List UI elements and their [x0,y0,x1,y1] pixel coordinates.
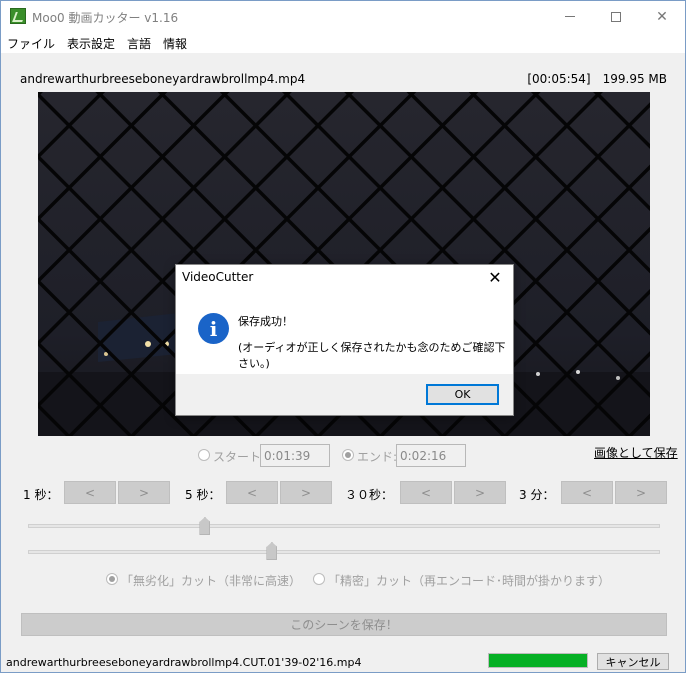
app-window: Moo0 動画カッター v1.16 ✕ ファイル 表示設定 言語 情報 andr… [0,0,686,673]
step-30s-back-button[interactable]: < [400,481,452,504]
save-scene-button[interactable]: このシーンを保存！ [21,613,667,636]
file-size: 199.95 MB [602,72,667,86]
step-1s-forward-button[interactable]: > [118,481,170,504]
dialog-close-button[interactable]: ✕ [483,266,507,288]
close-icon: ✕ [488,267,502,287]
step-label-5s: 5 秒： [185,488,221,502]
close-button[interactable]: ✕ [639,1,685,32]
lossless-cut-radio[interactable] [106,573,118,585]
end-label: エンド: [357,450,398,464]
precise-cut-radio[interactable] [313,573,325,585]
save-success-dialog: VideoCutter ✕ i 保存成功！ (オーディオが正しく保存されたかも念… [175,264,514,416]
minimize-button[interactable] [547,1,593,32]
menu-info[interactable]: 情報 [157,32,193,53]
file-duration: [00:05:54] [527,72,591,86]
step-3m-back-button[interactable]: < [561,481,613,504]
start-slider-track[interactable] [28,524,660,528]
menu-language[interactable]: 言語 [121,32,157,53]
window-title: Moo0 動画カッター v1.16 [32,11,179,25]
step-3m-forward-button[interactable]: > [615,481,667,504]
lossless-cut-label: 「無劣化」カット（非常に高速） [121,574,302,588]
start-radio[interactable] [198,449,210,461]
end-slider-track[interactable] [28,550,660,554]
save-as-image-link[interactable]: 画像として保存 [594,444,678,461]
title-bar[interactable]: Moo0 動画カッター v1.16 ✕ [1,1,685,32]
close-icon: ✕ [656,8,668,25]
file-meta: [00:05:54] 199.95 MB [527,72,667,86]
start-time-field[interactable]: 0:01:39 [260,444,330,467]
step-label-1s: 1 秒： [23,488,59,502]
step-5s-forward-button[interactable]: > [280,481,332,504]
end-radio[interactable] [342,449,354,461]
output-file-status: andrewarthurbreeseboneyardrawbrollmp4.CU… [6,656,362,669]
dialog-title: VideoCutter [182,270,254,284]
dialog-detail: (オーディオが正しく保存されたかも念のためご確認下さい。) [238,341,506,370]
dialog-message: 保存成功！ [238,315,293,328]
menu-display-settings[interactable]: 表示設定 [61,32,121,53]
dialog-ok-button[interactable]: OK [426,384,499,405]
end-slider-thumb[interactable] [266,542,278,560]
step-5s-back-button[interactable]: < [226,481,278,504]
step-1s-back-button[interactable]: < [64,481,116,504]
progress-bar [488,653,588,668]
maximize-button[interactable] [593,1,639,32]
app-icon [10,8,26,24]
step-30s-forward-button[interactable]: > [454,481,506,504]
maximize-icon [611,11,621,22]
start-label: スタート: [213,450,266,464]
dialog-footer: OK [176,374,513,415]
info-icon: i [198,313,229,344]
menu-file[interactable]: ファイル [1,32,61,53]
progress-fill [489,654,587,667]
step-label-30s: ３０秒： [345,488,394,502]
cancel-button[interactable]: キャンセル [597,653,669,670]
precise-cut-label: 「精密」カット（再エンコード･時間が掛かります） [328,574,611,588]
minimize-icon [565,16,575,17]
start-slider-thumb[interactable] [199,517,211,535]
step-label-3m: 3 分： [519,488,555,502]
menu-bar: ファイル 表示設定 言語 情報 [1,32,685,53]
end-time-field[interactable]: 0:02:16 [396,444,466,467]
file-name: andrewarthurbreeseboneyardrawbrollmp4.mp… [20,72,306,86]
